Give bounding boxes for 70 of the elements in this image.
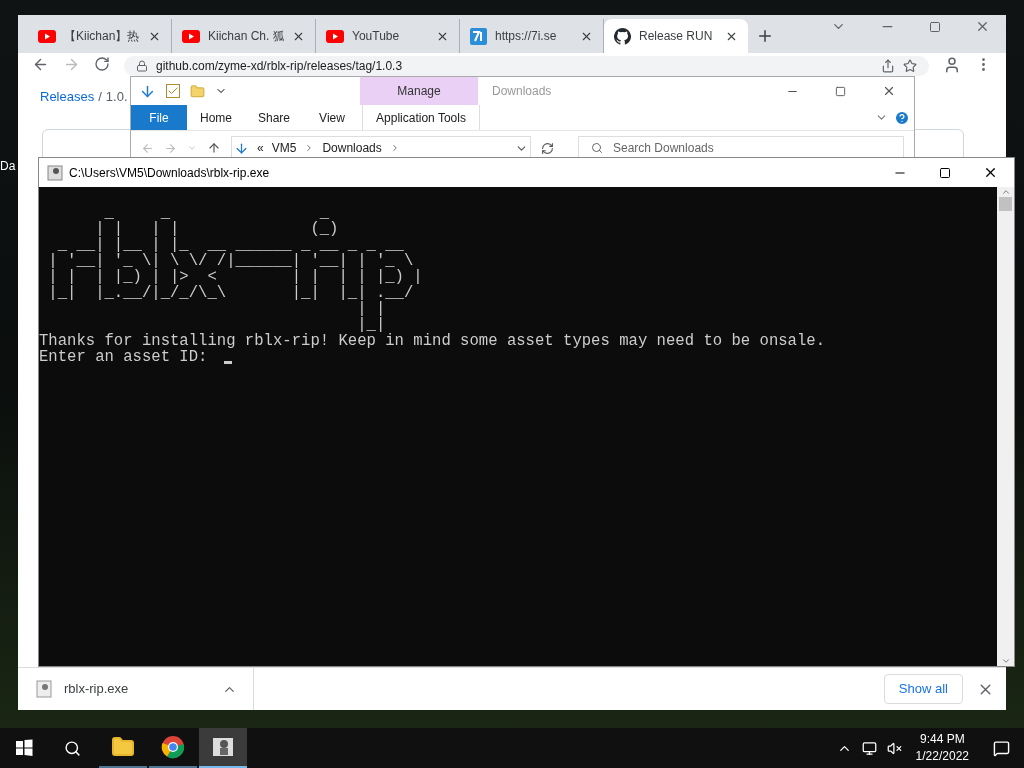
network-icon[interactable] [861,740,877,756]
window-title: C:\Users\VM5\Downloads\rblx-rip.exe [69,164,270,182]
folder-icon [111,735,135,759]
up-icon[interactable] [207,141,221,155]
help-icon[interactable] [894,109,910,126]
play-icon [326,29,344,43]
path-segment[interactable]: Downloads [322,139,382,157]
context-group-header: Manage [360,77,478,105]
taskbar-app[interactable] [199,728,247,768]
browser-tab[interactable]: YouTube [316,19,460,53]
breadcrumb-item: / [98,88,102,106]
file-icon [36,680,52,698]
reload-icon[interactable] [94,56,110,72]
ribbon-tab[interactable]: File [131,105,187,130]
app-icon [47,164,63,181]
clock-date[interactable]: 1/22/2022 [915,748,969,765]
tab-title: Kiichan Ch. 狐 [208,28,284,45]
tab-title: https://7i.se [495,28,558,45]
download-icon [234,140,249,156]
site-icon [470,27,487,45]
maximize-icon[interactable] [939,166,951,179]
new-tab-icon[interactable] [756,27,774,45]
tab-title: Release RUN [639,28,714,45]
share-icon[interactable] [881,59,895,73]
download-filename: rblx-rip.exe [64,680,130,699]
ascii-art: _ _ _ | | | | (_) _ __| |__ | |_ __ ______ _ __ _ _ __ | '__| '_ \| \ \/ /|______| '__| | '_ \ | | | |_) | |> < | | | | |_) | |_| |_.__/|_/_/\_\ |_| |_| .__/ | | |_| [48,205,423,333]
browser-tab[interactable]: https://7i.se [460,19,604,53]
path-segment[interactable]: VM5 [271,139,297,157]
app-icon [211,735,235,759]
bookmark-icon[interactable] [903,59,917,73]
clock-time[interactable]: 9:44 PM [919,731,965,748]
properties-icon[interactable] [166,84,180,98]
browser-icon [161,735,185,759]
breadcrumb-item: 1.0. [105,88,128,106]
browser-tab[interactable]: 【Kiichan】热 [28,19,172,53]
breadcrumb-item[interactable]: Releases [40,87,95,107]
url-text: github.com/zyme-xd/rblx-rip/releases/tag/1.0.3 [156,59,403,73]
profile-icon[interactable] [943,56,961,74]
browser-tab[interactable]: Release RUN [604,19,748,53]
download-item[interactable]: rblx-rip.exe [36,668,254,710]
cat-icon [614,27,631,45]
text-cursor [224,361,233,364]
tab-title: 【Kiichan】热 [64,28,140,45]
ribbon-tab[interactable]: View [303,105,361,130]
scrollbar[interactable] [997,187,1014,666]
close-icon[interactable] [983,165,998,180]
search-icon[interactable] [64,739,81,757]
ribbon-tab[interactable]: Home [187,105,245,130]
path-prefix: « [257,140,264,157]
search-icon [591,142,603,154]
refresh-icon[interactable] [541,141,554,155]
desktop-icon-label: Da [0,158,16,175]
show-all-button[interactable]: Show all [883,674,963,704]
ribbon-tab[interactable]: Share [245,105,303,130]
ribbon-tab[interactable]: Application Tools [362,105,480,130]
search-placeholder: Search Downloads [613,140,714,157]
back-icon[interactable] [32,56,49,73]
volume-muted-icon[interactable] [886,740,902,756]
tab-title: YouTube [352,28,401,45]
address-bar[interactable]: github.com/zyme-xd/rblx-rip/releases/tag/1.0.3 [124,56,929,76]
play-icon [38,29,56,43]
close-icon[interactable] [882,84,896,98]
console-prompt: Enter an asset ID: [39,349,208,365]
window-title: Downloads [492,83,552,100]
browser-tab[interactable]: Kiichan Ch. 狐 [172,19,316,53]
console-message: Thanks for installing rblx-rip! Keep in mind some asset types may need to be onsale. [39,333,826,349]
play-icon [182,29,200,43]
lock-icon [136,60,148,72]
notifications-icon[interactable] [993,739,1010,757]
scroll-thumb[interactable] [999,197,1012,211]
